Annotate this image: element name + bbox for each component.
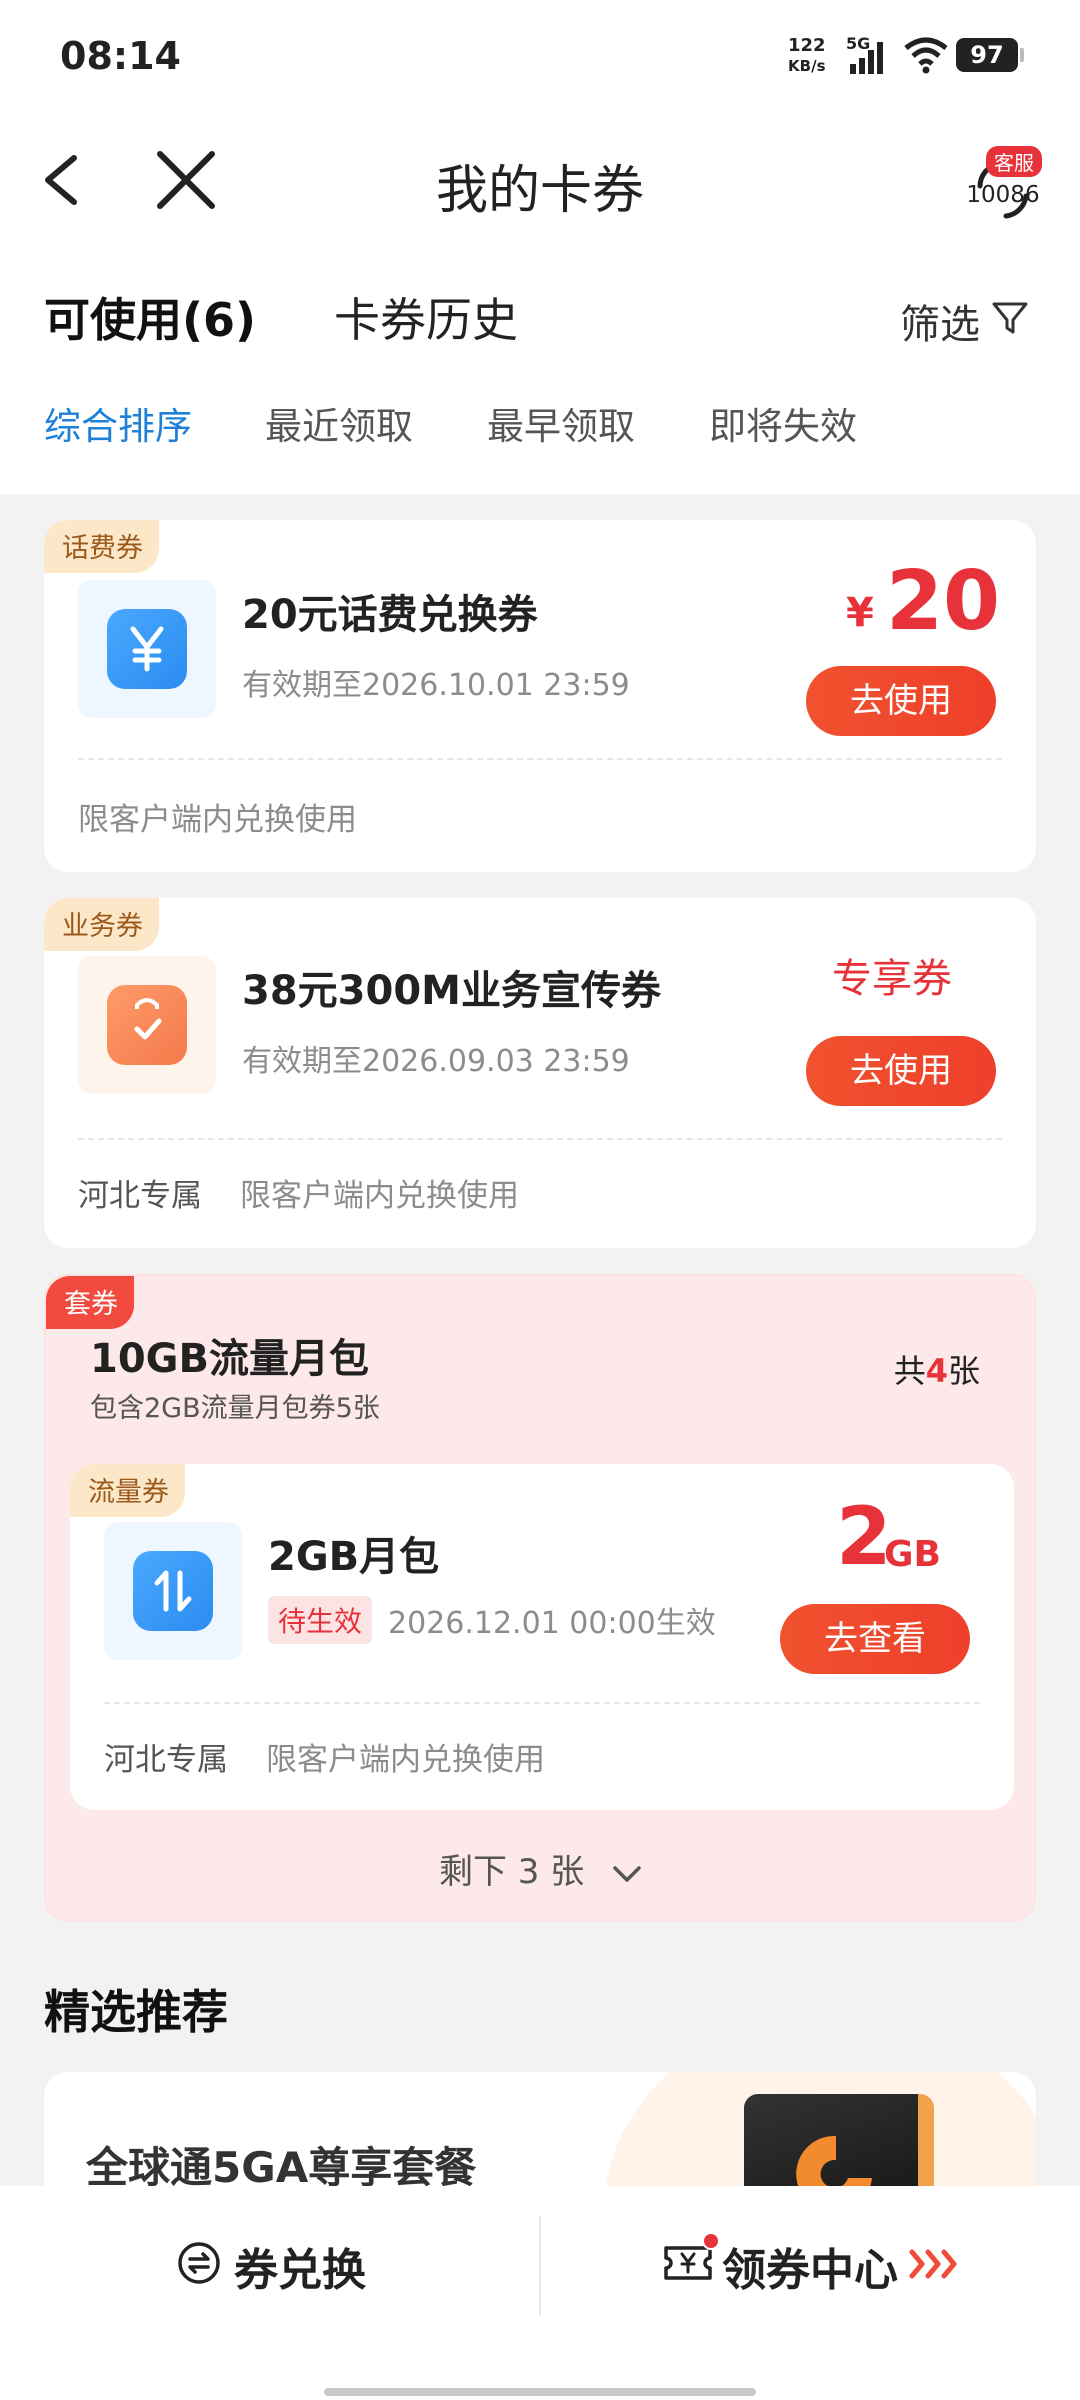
currency-symbol: ¥ — [846, 590, 874, 636]
coupon-note: 限客户端内兑换使用 — [240, 1178, 519, 1214]
section-title: 精选推荐 — [44, 1985, 228, 2039]
coupon-card[interactable]: 话费券 20元话费兑换券 有效期至2026.10.01 23:59 ¥ 20 去… — [44, 520, 1036, 872]
coupon-card[interactable]: 业务券 38元300M业务宣传券 有效期至2026.09.03 23:59 专享… — [44, 898, 1036, 1248]
net-speed-value: 122 — [788, 35, 826, 56]
expand-remaining[interactable]: 剩下 3 张 — [46, 1844, 1034, 1893]
remaining-label: 剩下 3 张 — [438, 1852, 585, 1892]
sort-recent[interactable]: 最近领取 — [265, 396, 413, 450]
use-button[interactable]: 去使用 — [806, 666, 996, 736]
page-title: 我的卡券 — [435, 161, 644, 221]
coupon-tabs: 可使用(6) 卡券历史 筛选 — [0, 284, 1080, 354]
sort-options: 综合排序 最近领取 最早领取 即将失效 — [0, 396, 1080, 452]
signal-icon: 5G — [846, 34, 892, 76]
service-tag: 客服 — [986, 146, 1042, 177]
network-type: 5G — [846, 34, 871, 53]
divider — [104, 1702, 980, 1704]
exchange-icon — [178, 2242, 220, 2284]
coupon-title: 20元话费兑换券 — [242, 592, 538, 638]
count-suffix: 张 — [947, 1352, 980, 1390]
coupon-region: 河北专属 — [78, 1178, 202, 1214]
customer-service-button[interactable]: 客服 10086 — [958, 140, 1048, 230]
package-item-card[interactable]: 流量券 2GB月包 待生效 2026.12.01 00:00生效 2 GB 去查… — [70, 1464, 1014, 1810]
coupon-type-badge: 业务券 — [44, 898, 159, 951]
package-badge: 套券 — [46, 1276, 134, 1329]
sort-expiring[interactable]: 即将失效 — [709, 396, 857, 450]
bottom-bar: 券兑换 领券中心 — [0, 2186, 1080, 2400]
package-subtitle: 包含2GB流量月包券5张 — [90, 1393, 380, 1424]
package-count: 共4张 — [894, 1346, 980, 1392]
count-prefix: 共 — [893, 1352, 926, 1390]
count-number: 4 — [925, 1352, 948, 1390]
header: 我的卡券 客服 10086 — [0, 130, 1080, 240]
filter-button[interactable]: 筛选 — [900, 292, 980, 350]
service-number: 10086 — [966, 182, 1040, 208]
view-button[interactable]: 去查看 — [780, 1604, 970, 1674]
home-indicator[interactable] — [324, 2388, 756, 2396]
filter-icon[interactable] — [990, 298, 1030, 338]
wifi-icon — [902, 36, 950, 74]
package-card[interactable]: 套券 10GB流量月包 包含2GB流量月包券5张 共4张 流量券 2GB月包 待… — [44, 1274, 1036, 1922]
exchange-label: 券兑换 — [234, 2245, 366, 2296]
shopping-bag-icon — [107, 985, 187, 1065]
status-time: 08:14 — [60, 34, 181, 78]
coupon-type-badge: 话费券 — [44, 520, 159, 573]
coupon-type-badge: 流量券 — [70, 1464, 185, 1517]
package-title: 10GB流量月包 — [90, 1336, 369, 1382]
status-bar: 08:14 122 KB/s 5G 97 — [0, 0, 1080, 110]
divider — [539, 2216, 541, 2316]
battery-icon: 97 — [956, 38, 1024, 72]
coupon-center-button[interactable]: 领券中心 — [662, 2226, 962, 2296]
tab-available[interactable]: 可使用(6) — [44, 284, 256, 350]
effective-date: 2026.12.01 00:00生效 — [388, 1606, 716, 1641]
net-speed-unit: KB/s — [788, 57, 826, 75]
coupon-title: 2GB月包 — [268, 1534, 440, 1580]
yuan-icon — [107, 609, 187, 689]
sort-comprehensive[interactable]: 综合排序 — [44, 396, 192, 450]
exclusive-tag: 专享券 — [832, 956, 952, 1002]
data-transfer-icon — [133, 1551, 213, 1631]
divider — [78, 1138, 1002, 1140]
notification-dot — [702, 2232, 720, 2250]
exchange-button[interactable]: 券兑换 — [176, 2226, 376, 2296]
coupon-icon-box — [78, 580, 216, 718]
coupon-icon-box — [104, 1522, 242, 1660]
use-button[interactable]: 去使用 — [806, 1036, 996, 1106]
coupon-expiry: 有效期至2026.10.01 23:59 — [242, 668, 630, 703]
divider — [78, 758, 1002, 760]
coupon-title: 38元300M业务宣传券 — [242, 968, 661, 1014]
chevron-down-icon — [613, 1865, 641, 1882]
coupon-expiry: 有效期至2026.09.03 23:59 — [242, 1044, 630, 1079]
coupon-note: 限客户端内兑换使用 — [266, 1742, 545, 1778]
tab-history[interactable]: 卡券历史 — [334, 284, 518, 350]
coupon-region: 河北专属 — [104, 1742, 228, 1778]
coupon-note: 限客户端内兑换使用 — [78, 802, 357, 838]
net-speed: 122 KB/s — [788, 36, 826, 76]
coupon-icon-box — [78, 956, 216, 1094]
sort-earliest[interactable]: 最早领取 — [487, 396, 635, 450]
coupon-amount: 20 — [886, 554, 1001, 649]
chevron-right-icon — [909, 2249, 957, 2279]
data-unit: GB — [884, 1534, 941, 1575]
status-badge: 待生效 — [268, 1596, 373, 1644]
coupon-center-label: 领券中心 — [722, 2245, 898, 2296]
